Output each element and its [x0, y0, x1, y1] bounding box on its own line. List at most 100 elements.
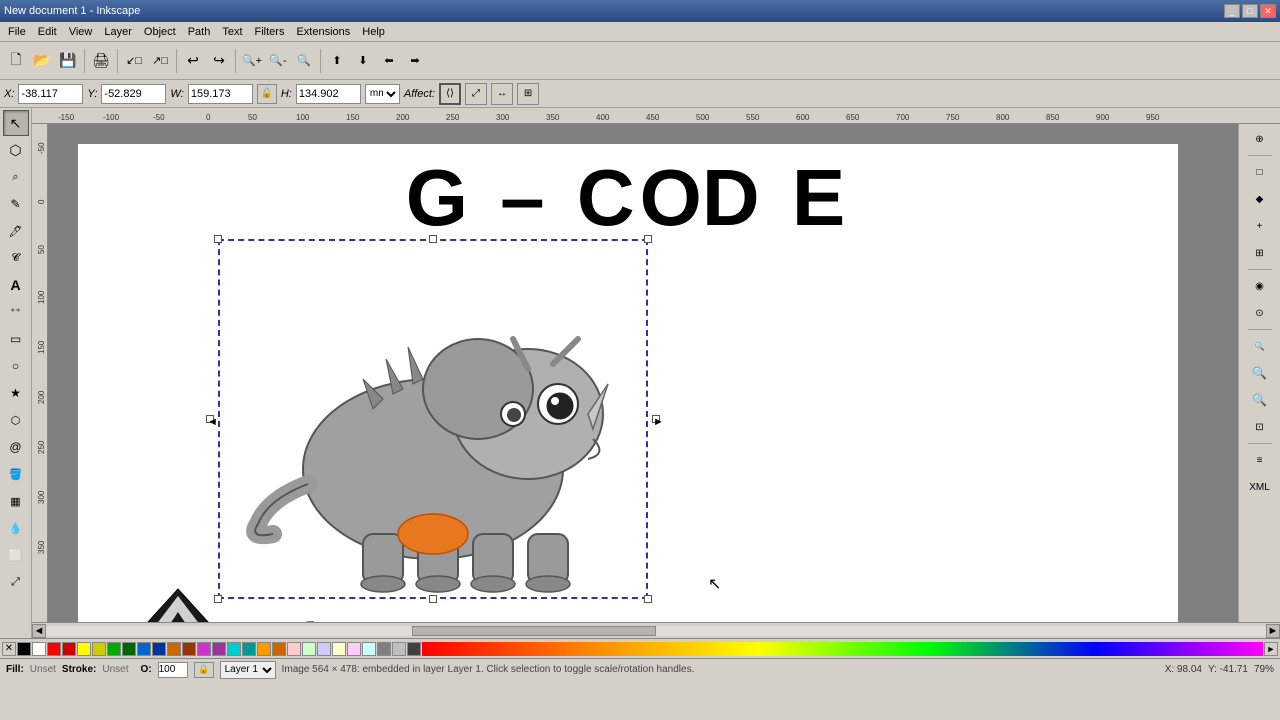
eraser-tool[interactable]: ⬜ [3, 542, 29, 568]
eyedropper-tool[interactable]: 💧 [3, 515, 29, 541]
w-input[interactable] [188, 84, 253, 104]
palette-lightcyan[interactable] [362, 642, 376, 656]
palette-darkgray[interactable] [407, 642, 421, 656]
maximize-button[interactable]: □ [1242, 4, 1258, 18]
affect-btn-4[interactable]: ⊞ [517, 83, 539, 105]
palette-darkblue[interactable] [152, 642, 166, 656]
dino-image[interactable]: ◄ ► [218, 239, 648, 599]
minimize-button[interactable]: _ [1224, 4, 1240, 18]
affect-btn-1[interactable]: ⟨⟩ [439, 83, 461, 105]
export-button[interactable]: ↗□ [148, 49, 172, 73]
opacity-input[interactable] [158, 662, 188, 678]
zoom-fit-button[interactable]: 🔍 [292, 49, 316, 73]
snap-guide-button[interactable]: + [1247, 213, 1273, 239]
snap-nodes2-button[interactable]: ◆ [1247, 186, 1273, 212]
palette-scroll-right[interactable]: ► [1264, 642, 1278, 656]
palette-gray[interactable] [377, 642, 391, 656]
palette-amber[interactable] [257, 642, 271, 656]
spray-tool[interactable]: ⁺⁺ [3, 299, 29, 325]
new-button[interactable]: 🗋 [4, 49, 28, 73]
no-color-button[interactable]: ✕ [2, 642, 16, 656]
palette-brown[interactable] [272, 642, 286, 656]
rectangle-tool[interactable]: ▭ [3, 326, 29, 352]
scroll-right-button[interactable]: ► [1266, 624, 1280, 638]
pencil-tool[interactable]: ✎ [3, 191, 29, 217]
palette-cyan[interactable] [227, 642, 241, 656]
align-bottom-button[interactable]: ⬇ [351, 49, 375, 73]
palette-silver[interactable] [392, 642, 406, 656]
palette-darkyellow[interactable] [92, 642, 106, 656]
canvas[interactable]: G – COD E ◄ ► [48, 124, 1238, 622]
lock-aspect-button[interactable]: 🔒 [257, 84, 277, 104]
circle-tool[interactable]: ○ [3, 353, 29, 379]
text-tool[interactable]: A [3, 272, 29, 298]
palette-darkgreen[interactable] [122, 642, 136, 656]
palette-yellow[interactable] [77, 642, 91, 656]
handle-mr[interactable]: ► [652, 415, 660, 423]
zoom-tool[interactable]: ⌕ [3, 164, 29, 190]
undo-button[interactable]: ↩ [181, 49, 205, 73]
hscroll-thumb[interactable] [412, 626, 656, 636]
palette-red[interactable] [47, 642, 61, 656]
canvas-area[interactable]: -50 0 50 100 150 200 250 300 350 [32, 124, 1280, 622]
pen-tool[interactable]: 🖊 [3, 218, 29, 244]
palette-lightpurple[interactable] [347, 642, 361, 656]
hscrollbar[interactable]: ◄ ► [32, 622, 1280, 638]
palette-darkred[interactable] [62, 642, 76, 656]
snap-bbox-button[interactable]: □ [1247, 159, 1273, 185]
affect-btn-2[interactable]: ⤢ [465, 83, 487, 105]
opacity-lock-button[interactable]: 🔒 [194, 662, 214, 678]
menu-view[interactable]: View [63, 24, 99, 40]
align-left-button[interactable]: ⬅ [377, 49, 401, 73]
zoom-fit-panel[interactable]: ⊡ [1247, 414, 1273, 440]
zoom-out-button[interactable]: 🔍- [266, 49, 290, 73]
h-input[interactable] [296, 84, 361, 104]
palette-white[interactable] [32, 642, 46, 656]
align-right-button[interactable]: ➡ [403, 49, 427, 73]
menu-layer[interactable]: Layer [98, 24, 138, 40]
palette-lightpink[interactable] [287, 642, 301, 656]
handle-ml[interactable]: ◄ [206, 415, 214, 423]
connector-tool[interactable]: ⤢ [3, 569, 29, 595]
calligraphy-tool[interactable]: 𝓒 [3, 245, 29, 271]
snap-nodes-button[interactable]: ⊕ [1247, 126, 1273, 152]
zoom-out-panel[interactable]: 🔍 [1247, 387, 1273, 413]
palette-lightgreen[interactable] [302, 642, 316, 656]
import-button[interactable]: ↙□ [122, 49, 146, 73]
layers-button[interactable]: ≡ [1247, 447, 1273, 473]
unit-dropdown[interactable]: mm px in cm [365, 84, 400, 104]
paint-bucket-tool[interactable]: 🪣 [3, 461, 29, 487]
affect-btn-3[interactable]: ↔ [491, 83, 513, 105]
save-button[interactable]: 💾 [56, 49, 80, 73]
scroll-left-button[interactable]: ◄ [32, 624, 46, 638]
snap-center-button[interactable]: ⊙ [1247, 300, 1273, 326]
xml-button[interactable]: XML [1247, 474, 1273, 500]
align-top-button[interactable]: ⬆ [325, 49, 349, 73]
node-tool[interactable]: ⬡ [3, 137, 29, 163]
menu-object[interactable]: Object [138, 24, 182, 40]
print-button[interactable]: 🖨 [89, 49, 113, 73]
palette-orange[interactable] [167, 642, 181, 656]
palette-green[interactable] [107, 642, 121, 656]
x-input[interactable] [18, 84, 83, 104]
open-button[interactable]: 📂 [30, 49, 54, 73]
redo-button[interactable]: ↪ [207, 49, 231, 73]
menu-text[interactable]: Text [216, 24, 248, 40]
zoom-in-panel[interactable]: 🔍 [1247, 360, 1273, 386]
layer-dropdown[interactable]: Layer 1 [220, 661, 276, 679]
snap-midpoint-button[interactable]: ◉ [1247, 273, 1273, 299]
palette-lightyellow[interactable] [332, 642, 346, 656]
palette-purple[interactable] [197, 642, 211, 656]
3dbox-tool[interactable]: ⬡ [3, 407, 29, 433]
select-tool[interactable]: ↖ [3, 110, 29, 136]
y-input[interactable] [101, 84, 166, 104]
menu-filters[interactable]: Filters [249, 24, 291, 40]
palette-lightblue[interactable] [317, 642, 331, 656]
menu-edit[interactable]: Edit [32, 24, 63, 40]
star-tool[interactable]: ★ [3, 380, 29, 406]
menu-file[interactable]: File [2, 24, 32, 40]
menu-help[interactable]: Help [356, 24, 391, 40]
zoom-in-button[interactable]: 🔍+ [240, 49, 264, 73]
palette-darkorange[interactable] [182, 642, 196, 656]
menu-path[interactable]: Path [182, 24, 217, 40]
